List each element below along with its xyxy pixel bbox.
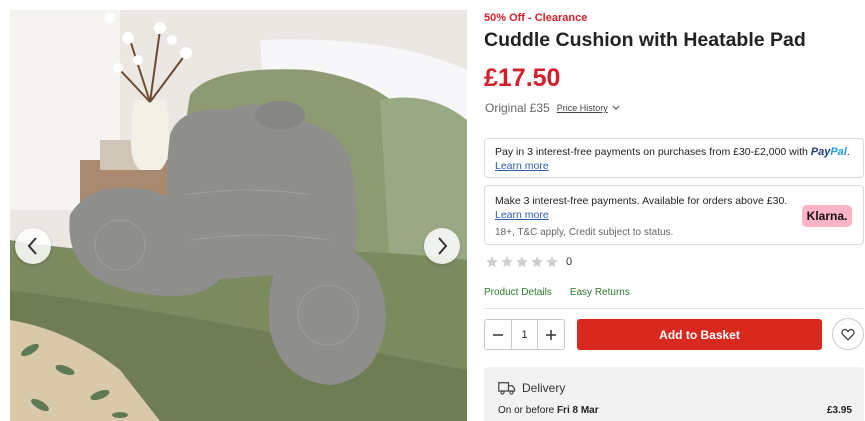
delivery-truck-icon [498, 382, 516, 395]
klarna-text: Make 3 interest-free payments. Available… [495, 195, 788, 207]
product-details-link[interactable]: Product Details [484, 287, 552, 298]
star-icon [501, 256, 513, 268]
paypal-info-box: Pay in 3 interest-free payments on purch… [484, 138, 864, 178]
minus-icon [493, 333, 503, 336]
paypal-text: Pay in 3 interest-free payments on purch… [495, 146, 808, 158]
add-to-basket-button[interactable]: Add to Basket [577, 319, 822, 350]
product-links: Product Details Easy Returns [484, 287, 630, 298]
wishlist-button[interactable] [832, 318, 864, 350]
paypal-learn-more-link[interactable]: Learn more [495, 160, 549, 172]
heart-icon [841, 328, 855, 341]
price-history-link[interactable]: Price History [557, 103, 620, 113]
easy-returns-link[interactable]: Easy Returns [570, 287, 630, 298]
rating-row[interactable]: 0 [485, 255, 572, 269]
product-photo [10, 10, 467, 421]
delivery-price: £3.95 [826, 405, 852, 416]
delivery-title-row: Delivery [498, 381, 565, 395]
star-icon [531, 256, 543, 268]
delivery-title: Delivery [522, 381, 566, 395]
star-icon [486, 256, 498, 268]
chevron-left-icon [27, 237, 37, 255]
rating-count: 0 [566, 256, 573, 268]
klarna-note: 18+, T&C apply, Credit subject to status… [495, 227, 674, 238]
increase-quantity-button[interactable] [538, 320, 564, 349]
original-price: Original £35 [485, 101, 550, 115]
paypal-logo: PayPal [811, 146, 847, 158]
star-icon [516, 256, 528, 268]
paypal-text-row: Pay in 3 interest-free payments on purch… [495, 146, 850, 158]
chevron-down-icon [612, 105, 620, 110]
chevron-right-icon [438, 237, 448, 255]
product-page: 50% Off - Clearance Cuddle Cushion with … [0, 0, 865, 421]
prev-image-button[interactable] [15, 228, 51, 264]
plus-icon [546, 329, 556, 340]
product-price: £17.50 [484, 64, 561, 92]
sale-tag: 50% Off - Clearance [484, 12, 588, 24]
klarna-logo: Klarna. [802, 205, 852, 227]
delivery-date-prefix: On or before [498, 405, 555, 416]
divider [484, 308, 864, 309]
product-image-gallery [10, 10, 467, 421]
delivery-date: Fri 8 Mar [556, 405, 599, 416]
delivery-date-row: On or before Fri 8 Mar [498, 405, 599, 416]
quantity-value[interactable]: 1 [511, 320, 538, 349]
quantity-stepper: 1 [484, 319, 565, 350]
product-title: Cuddle Cushion with Heatable Pad [484, 29, 806, 51]
decrease-quantity-button[interactable] [485, 320, 511, 349]
klarna-learn-more-link[interactable]: Learn more [495, 209, 549, 221]
klarna-info-box: Make 3 interest-free payments. Available… [484, 185, 864, 245]
paypal-logo-part1: Pay [810, 146, 831, 158]
next-image-button[interactable] [424, 228, 460, 264]
price-history-label: Price History [556, 103, 608, 113]
original-price-row: Original £35 Price History [485, 101, 620, 115]
star-icon [546, 256, 558, 268]
delivery-box: Delivery On or before Fri 8 Mar £3.95 [484, 367, 864, 421]
paypal-logo-part2: Pal [830, 146, 847, 158]
